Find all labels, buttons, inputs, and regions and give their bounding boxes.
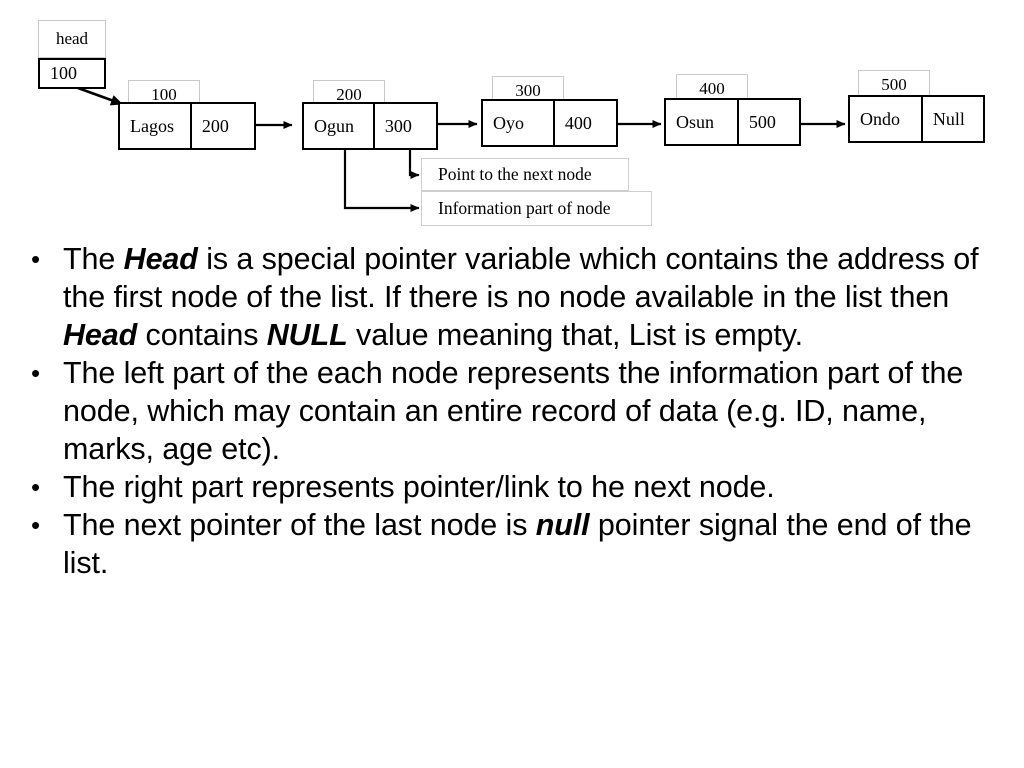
node-next-text-1: 200	[201, 115, 229, 136]
node-address-text-5: 500	[881, 75, 907, 94]
bullet-list-section: The Head is a special pointer variable w…	[26, 240, 996, 582]
head-value-box: 100	[38, 58, 106, 89]
node-info-text-4: Osun	[676, 111, 715, 132]
bullet-list: The Head is a special pointer variable w…	[26, 240, 996, 582]
bullet-item: The left part of the each node represent…	[26, 354, 996, 468]
leader-pointer-callout	[408, 148, 420, 179]
node-info-cell-4: Osun	[666, 100, 739, 144]
list-node-2: Ogun 300	[302, 102, 438, 150]
bullet-item: The next pointer of the last node is nul…	[26, 506, 996, 582]
node-info-cell-3: Oyo	[483, 101, 555, 145]
node-info-text-3: Oyo	[493, 112, 524, 133]
arrow-head-to-node1	[77, 86, 123, 106]
head-caption-box: head	[38, 20, 106, 58]
node-address-label-5: 500	[858, 70, 930, 98]
node-info-cell-2: Ogun	[304, 104, 375, 148]
node-next-cell-4: 500	[739, 100, 799, 144]
linked-list-diagram: head 100 100 Lagos 200 200 Ogun 300 300 …	[0, 0, 1024, 235]
list-node-5: Ondo Null	[848, 95, 985, 143]
callout-info-part: Information part of node	[421, 191, 652, 226]
node-next-cell-3: 400	[555, 101, 616, 145]
node-address-text-3: 300	[515, 81, 541, 100]
node-info-cell-5: Ondo	[850, 97, 923, 141]
callout-info-label: Information part of node	[438, 198, 611, 218]
list-node-3: Oyo 400	[481, 99, 618, 147]
bullet-item: The right part represents pointer/link t…	[26, 468, 996, 506]
node-info-text-2: Ogun	[314, 115, 354, 136]
callout-pointer-label: Point to the next node	[438, 164, 592, 184]
head-value-label: 100	[50, 63, 77, 83]
node-next-text-2: 300	[384, 115, 412, 136]
leader-info-callout	[343, 148, 420, 212]
bullet-item: The Head is a special pointer variable w…	[26, 240, 996, 354]
list-node-1: Lagos 200	[118, 102, 256, 150]
node-next-text-4: 500	[748, 111, 776, 132]
node-next-cell-2: 300	[375, 104, 436, 148]
node-next-cell-5: Null	[923, 97, 983, 141]
node-info-text-5: Ondo	[860, 108, 900, 129]
node-next-text-5: Null	[932, 108, 965, 129]
head-caption-label: head	[55, 29, 89, 48]
node-info-cell-1: Lagos	[120, 104, 192, 148]
node-address-text-4: 400	[699, 79, 725, 98]
list-node-4: Osun 500	[664, 98, 801, 146]
callout-pointer-part: Point to the next node	[421, 158, 629, 191]
node-next-cell-1: 200	[192, 104, 254, 148]
node-next-text-3: 400	[564, 112, 592, 133]
node-info-text-1: Lagos	[130, 115, 174, 136]
